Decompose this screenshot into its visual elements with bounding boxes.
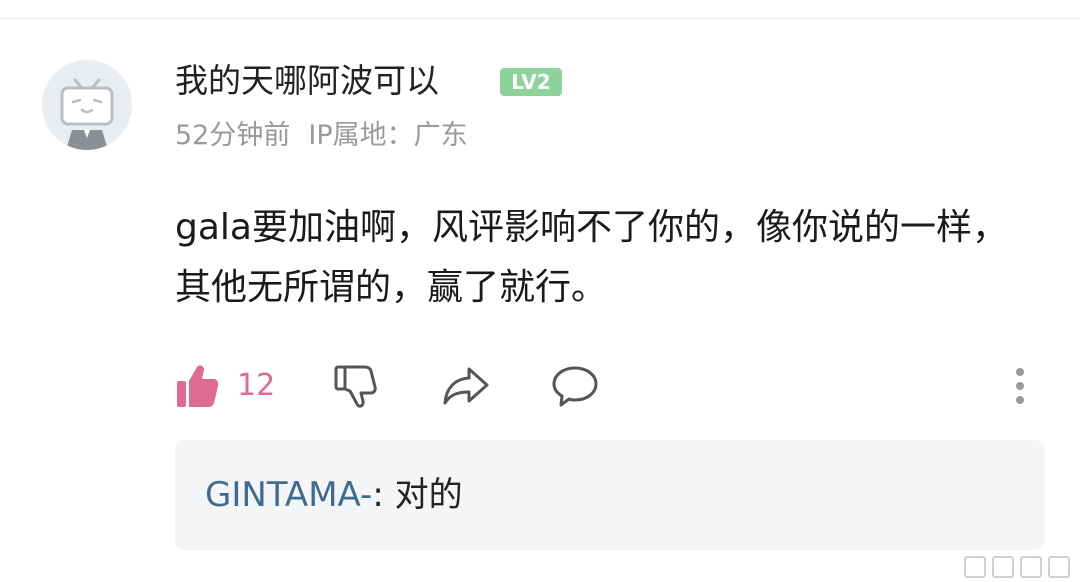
reply-line: GINTAMA-: 对的	[205, 472, 463, 518]
level-label: LV2	[511, 70, 550, 94]
user-avatar[interactable]	[42, 60, 132, 150]
tv-avatar-icon	[42, 60, 132, 150]
ip-location: IP属地：广东	[308, 120, 468, 151]
more-options-button[interactable]	[1006, 364, 1034, 408]
reply-button[interactable]	[551, 364, 599, 408]
thumbs-down-icon	[334, 365, 377, 408]
share-button[interactable]	[441, 365, 491, 407]
reply-separator: :	[372, 475, 395, 515]
level-badge: LV2	[500, 68, 562, 96]
comment-text: gala要加油啊，风评影响不了你的，像你说的一样，其他无所谓的，赢了就行。	[175, 207, 1008, 308]
comment-time: 52分钟前	[175, 120, 291, 151]
reply-username[interactable]: GINTAMA-	[205, 475, 372, 515]
comment-page: 我的天哪阿波可以 LV2 52分钟前 IP属地：广东 gala要加油啊，风评影响不…	[0, 0, 1080, 582]
speech-bubble-icon	[552, 366, 598, 407]
comment-meta: 52分钟前 IP属地：广东	[175, 118, 468, 154]
comment-username[interactable]: 我的天哪阿波可以	[175, 60, 439, 102]
like-button[interactable]: 12	[175, 363, 275, 409]
share-arrow-icon	[443, 367, 489, 405]
like-count: 12	[237, 368, 276, 403]
watermark-marks	[964, 556, 1070, 578]
thumbs-up-icon	[177, 365, 219, 407]
action-bar: 12	[175, 358, 599, 414]
reply-preview[interactable]: GINTAMA-: 对的	[175, 440, 1045, 550]
dislike-button[interactable]	[333, 363, 379, 409]
top-divider	[0, 18, 1080, 19]
vertical-dots-icon	[1016, 368, 1024, 404]
reply-text: 对的	[394, 475, 463, 515]
